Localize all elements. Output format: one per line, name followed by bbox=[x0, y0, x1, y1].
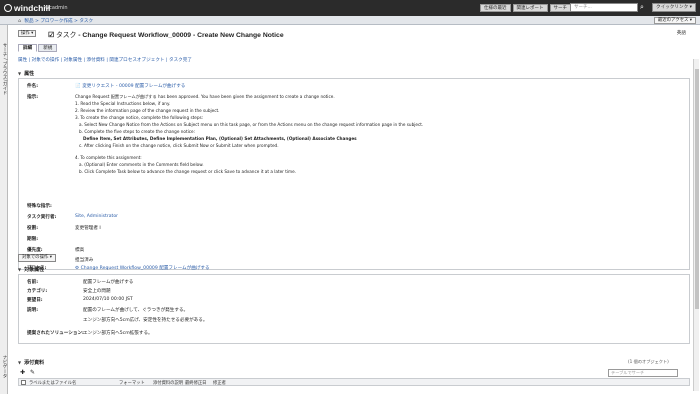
actions-menu-button[interactable]: 操作 ▾ bbox=[18, 30, 37, 37]
search-icon[interactable]: ⌕ bbox=[640, 3, 648, 12]
page-title: ☑ タスク - Change Request Workflow_00009 - … bbox=[48, 32, 284, 39]
edit-pencil-icon[interactable]: ✎ bbox=[30, 369, 35, 376]
section-title: 対象属性 bbox=[24, 267, 45, 273]
name-value: 配置フレームが曲げする bbox=[83, 280, 134, 285]
task-icon: ☑ bbox=[48, 32, 55, 39]
navigator-tab[interactable]: ナビゲータ bbox=[1, 355, 7, 378]
search-scope-menu[interactable]: サーチ bbox=[549, 4, 571, 12]
attributes-panel: 件名: 📄 変更リクエスト - 00009 配置フレームが曲げする 指示: Ch… bbox=[18, 78, 690, 271]
breadcrumb-item[interactable]: 製品 bbox=[24, 19, 33, 24]
instruction-line: Change Request 配置フレームが曲げする has been appr… bbox=[75, 94, 335, 99]
instruction-line: a. (Optional) Enter comments in the Comm… bbox=[79, 162, 204, 167]
column-header[interactable]: 添付資料の説明 bbox=[153, 380, 183, 386]
attachments-header[interactable]: ▼ 添付資料 bbox=[18, 359, 44, 366]
subject-value[interactable]: 変更リクエスト - 00009 配置フレームが曲げする bbox=[82, 84, 185, 89]
page-scrollbar[interactable] bbox=[693, 59, 699, 391]
title-text: Change Request Workflow_00009 - Create N… bbox=[82, 32, 284, 39]
instruction-line: Define Item, Set Attributes, Define Impl… bbox=[83, 136, 357, 141]
priority-label: 優先度: bbox=[27, 248, 43, 253]
top-bar: windchill wcadmin 仕様の最近 関連レポート サーチ サーチ... … bbox=[0, 0, 700, 16]
main-content: 操作 ▾ ☑ タスク - Change Request Workflow_000… bbox=[14, 28, 694, 394]
category-label: カテゴリ: bbox=[27, 289, 48, 294]
deadline-label: 期限: bbox=[27, 237, 39, 242]
request-date-value: 2024/07/10 00:00 JST bbox=[83, 297, 133, 302]
top-menus: 仕様の最近 関連レポート サーチ bbox=[480, 4, 573, 12]
description-line: 配置のフレームが曲げして、ぐラつきが発生する。 bbox=[83, 308, 189, 313]
request-date-label: 要望日: bbox=[27, 298, 43, 303]
priority-value: 標高 bbox=[75, 248, 85, 253]
instruction-line: 2. Review the information page of the ch… bbox=[75, 108, 220, 113]
status-value: 担当済み bbox=[75, 258, 94, 263]
tab-new[interactable]: 新規 bbox=[38, 44, 58, 52]
search-browse-tab[interactable]: サーチ / ブラウズ/ガイド bbox=[1, 43, 7, 95]
breadcrumb-bar: ⌂ 製品 > プロワーク作成 > タスク 最近のアクセス ▾ bbox=[0, 16, 700, 25]
section-title: 属性 bbox=[24, 71, 35, 77]
process-link[interactable]: ⚙ Change Request Workflow_00009 配置フレームが曲… bbox=[75, 265, 210, 271]
instruction-line: 4. To complete this assignment: bbox=[75, 155, 142, 160]
workflow-icon: ⚙ bbox=[75, 266, 80, 271]
table-search-input[interactable]: テーブルでサーチ bbox=[608, 369, 678, 377]
section-title: 添付資料 bbox=[24, 360, 45, 366]
column-header[interactable]: フォーマット bbox=[119, 380, 145, 386]
breadcrumb-item[interactable]: プロワーク作成 bbox=[40, 19, 72, 24]
role-label: 役割: bbox=[27, 226, 39, 231]
subject-label: 件名: bbox=[27, 84, 39, 89]
subject-link[interactable]: 📄 変更リクエスト - 00009 配置フレームが曲げする bbox=[75, 83, 185, 89]
attachments-count: (1 個のオブジェクト) bbox=[628, 359, 669, 364]
home-icon[interactable]: ⌂ bbox=[18, 19, 21, 24]
collapse-triangle-icon[interactable]: ▼ bbox=[18, 267, 21, 272]
current-user[interactable]: wcadmin bbox=[45, 5, 68, 11]
windchill-logo[interactable]: windchill bbox=[4, 3, 50, 13]
breadcrumb: ⌂ 製品 > プロワーク作成 > タスク bbox=[18, 19, 94, 24]
subject-attributes-panel: 名前: 配置フレームが曲げする カテゴリ: 安全上の問題 要望日: 2024/0… bbox=[18, 274, 690, 344]
recent-work-menu[interactable]: 仕様の最近 bbox=[480, 4, 511, 12]
title-prefix: タスク bbox=[55, 32, 77, 39]
reports-menu[interactable]: 関連レポート bbox=[512, 4, 548, 12]
tab-details[interactable]: 詳細 bbox=[18, 44, 38, 52]
instruction-line: 3. To create the change notice, complete… bbox=[75, 115, 204, 120]
process-value[interactable]: Change Request Workflow_00009 配置フレームが曲げす… bbox=[81, 266, 210, 271]
name-label: 名前: bbox=[27, 280, 39, 285]
description-line: エンジン部方向へ5cm広げ、安定性を持たせる必要がある。 bbox=[83, 318, 208, 323]
quick-links-button[interactable]: クイックリンク ▾ bbox=[652, 3, 696, 12]
breadcrumb-item[interactable]: タスク bbox=[79, 19, 93, 24]
scrollbar-thumb[interactable] bbox=[695, 69, 699, 309]
instruction-line: 1. Read the Special Instructions below, … bbox=[75, 101, 171, 106]
instruction-line: a. Select New Change Notice from the Act… bbox=[79, 122, 424, 127]
collapse-triangle-icon[interactable]: ▼ bbox=[18, 360, 21, 365]
collapse-triangle-icon[interactable]: ▼ bbox=[18, 71, 21, 76]
proposed-solution-label: 提案されたソリューション: bbox=[27, 331, 84, 336]
attributes-section-header[interactable]: ▼ 属性 bbox=[18, 70, 34, 77]
proposed-solution-value: エンジン部方向へ5cm拡張する。 bbox=[83, 331, 153, 336]
instruction-line: b. Complete the five steps to create the… bbox=[79, 129, 196, 134]
assignee-label: タスク実行者: bbox=[27, 215, 57, 220]
column-header[interactable]: ラベルまたはファイル名 bbox=[29, 380, 76, 386]
global-search-input[interactable]: サーチ... bbox=[570, 3, 638, 12]
subject-attributes-header[interactable]: ▼ 対象属性 bbox=[18, 266, 44, 273]
instruction-line: b. Click Complete Task below to advance … bbox=[79, 169, 297, 174]
assignee-link[interactable]: Site, Administrator bbox=[75, 214, 118, 219]
add-attachment-icon[interactable]: ✚ bbox=[20, 369, 25, 376]
attachments-toolbar: ✚ ✎ テーブルでサーチ bbox=[18, 369, 690, 378]
instruction-line: c. After clicking Finish on the change n… bbox=[79, 143, 279, 148]
column-header[interactable]: 最終修正日 bbox=[185, 380, 206, 386]
change-request-icon: 📄 bbox=[75, 84, 81, 89]
select-all-checkbox[interactable] bbox=[21, 380, 26, 385]
description-label: 説明: bbox=[27, 308, 39, 313]
recent-access-button[interactable]: 最近のアクセス ▾ bbox=[653, 17, 696, 24]
category-value: 安全上の問題 bbox=[83, 289, 111, 294]
windchill-logo-icon bbox=[4, 4, 12, 12]
tab-bar: 詳細 新規 bbox=[18, 44, 58, 52]
instructions-label: 指示: bbox=[27, 95, 39, 100]
language-label[interactable]: 英語 bbox=[677, 30, 686, 36]
role-value: 変更管理者 I bbox=[75, 226, 101, 231]
column-header[interactable]: 修正者 bbox=[213, 380, 226, 386]
section-jump-links[interactable]: 属性 | 対象での操作 | 対象属性 | 添付資料 | 関連プロセスオブジェクト… bbox=[18, 57, 192, 63]
left-navigator: サーチ / ブラウズ/ガイド ナビゲータ bbox=[0, 25, 8, 394]
subject-actions-button[interactable]: 対象での操作 ▾ bbox=[18, 254, 56, 262]
attachments-table-header: ラベルまたはファイル名 フォーマット 添付資料の説明 最終修正日 修正者 bbox=[18, 378, 690, 386]
special-instructions-label: 特殊な指示: bbox=[27, 204, 52, 209]
